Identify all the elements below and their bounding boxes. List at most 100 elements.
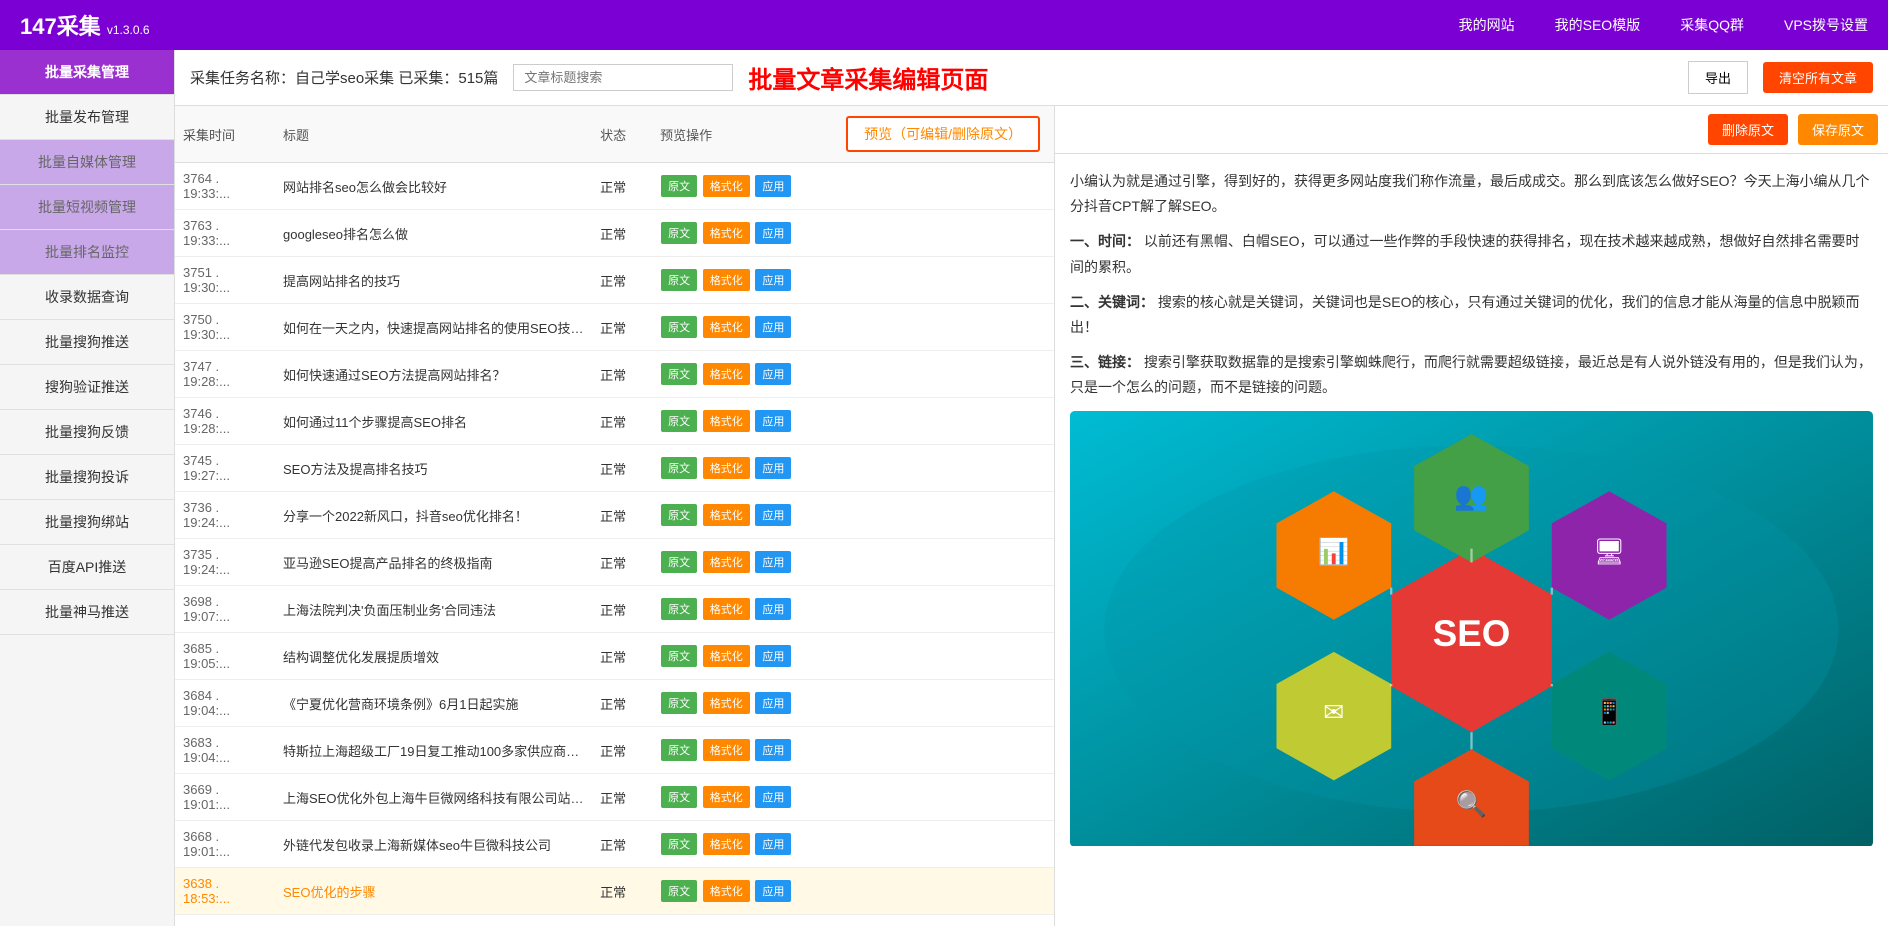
table-row: 3747 . 19:28:... 如何快速通过SEO方法提高网站排名？ 正常 原… bbox=[175, 351, 1054, 398]
preview-section3-title: 三、链接： bbox=[1070, 354, 1140, 370]
btn-format-4[interactable]: 格式化 bbox=[703, 363, 750, 385]
sidebar-item-sogou-verify[interactable]: 搜狗验证推送 bbox=[0, 365, 174, 410]
cell-title: googleseo排名怎么做 bbox=[275, 210, 592, 257]
cell-status: 正常 bbox=[592, 680, 652, 727]
btn-apply-9[interactable]: 应用 bbox=[755, 598, 791, 620]
cell-time: 3745 . 19:27:... bbox=[175, 445, 275, 492]
cell-empty bbox=[832, 210, 1054, 257]
btn-apply-15[interactable]: 应用 bbox=[755, 880, 791, 902]
preview-section1: 一、时间： 以前还有黑帽、白帽SEO，可以通过一些作弊的手段快速的获得排名，现在… bbox=[1070, 229, 1873, 279]
btn-original-7[interactable]: 原文 bbox=[661, 504, 697, 526]
sidebar-item-video-manage[interactable]: 批量短视频管理 bbox=[0, 185, 174, 230]
btn-format-14[interactable]: 格式化 bbox=[703, 833, 750, 855]
cell-status: 正常 bbox=[592, 727, 652, 774]
btn-apply-3[interactable]: 应用 bbox=[755, 316, 791, 338]
cell-title: 如何利用SEO做全网霸屏营销? bbox=[275, 915, 592, 926]
btn-original-5[interactable]: 原文 bbox=[661, 410, 697, 432]
btn-format-10[interactable]: 格式化 bbox=[703, 645, 750, 667]
sidebar-item-sogou-push[interactable]: 批量搜狗推送 bbox=[0, 320, 174, 365]
cell-time: 3751 . 19:30:... bbox=[175, 257, 275, 304]
btn-apply-4[interactable]: 应用 bbox=[755, 363, 791, 385]
btn-original-0[interactable]: 原文 bbox=[661, 175, 697, 197]
btn-apply-6[interactable]: 应用 bbox=[755, 457, 791, 479]
btn-apply-0[interactable]: 应用 bbox=[755, 175, 791, 197]
table-row: 3668 . 19:01:... 外链代发包收录上海新媒体seo牛巨微科技公司 … bbox=[175, 821, 1054, 868]
btn-original-2[interactable]: 原文 bbox=[661, 269, 697, 291]
header-bar: 采集任务名称：自己学seo采集 已采集：515篇 批量文章采集编辑页面 导出 清… bbox=[175, 50, 1888, 106]
btn-format-5[interactable]: 格式化 bbox=[703, 410, 750, 432]
btn-format-8[interactable]: 格式化 bbox=[703, 551, 750, 573]
btn-apply-14[interactable]: 应用 bbox=[755, 833, 791, 855]
btn-apply-7[interactable]: 应用 bbox=[755, 504, 791, 526]
btn-format-3[interactable]: 格式化 bbox=[703, 316, 750, 338]
btn-original-4[interactable]: 原文 bbox=[661, 363, 697, 385]
sidebar: 批量采集管理 批量发布管理 批量自媒体管理 批量短视频管理 批量排名监控 收录数… bbox=[0, 50, 175, 926]
col-time: 采集时间 bbox=[175, 106, 275, 163]
svg-text:🔍: 🔍 bbox=[1456, 787, 1487, 818]
logo: 147采集 v1.3.0.6 bbox=[20, 9, 150, 41]
cell-time: 3735 . 19:24:... bbox=[175, 539, 275, 586]
btn-original-1[interactable]: 原文 bbox=[661, 222, 697, 244]
sidebar-item-rank-monitor[interactable]: 批量排名监控 bbox=[0, 230, 174, 275]
cell-empty bbox=[832, 633, 1054, 680]
cell-title: SEO方法及提高排名技巧 bbox=[275, 445, 592, 492]
btn-apply-5[interactable]: 应用 bbox=[755, 410, 791, 432]
btn-original-10[interactable]: 原文 bbox=[661, 645, 697, 667]
btn-format-6[interactable]: 格式化 bbox=[703, 457, 750, 479]
preview-section1-title: 一、时间： bbox=[1070, 233, 1140, 249]
table-row: 3698 . 19:07:... 上海法院判决'负面压制业务'合同违法 正常 原… bbox=[175, 586, 1054, 633]
btn-apply-11[interactable]: 应用 bbox=[755, 692, 791, 714]
seo-image-container: SEO 👥 🖥 📱 📊 bbox=[1070, 411, 1873, 855]
clear-all-button[interactable]: 清空所有文章 bbox=[1763, 62, 1873, 93]
delete-original-button[interactable]: 删除原文 bbox=[1708, 114, 1788, 145]
sidebar-item-sogou-complaint[interactable]: 批量搜狗投诉 bbox=[0, 455, 174, 500]
export-button[interactable]: 导出 bbox=[1688, 61, 1748, 94]
btn-original-8[interactable]: 原文 bbox=[661, 551, 697, 573]
btn-original-15[interactable]: 原文 bbox=[661, 880, 697, 902]
btn-original-3[interactable]: 原文 bbox=[661, 316, 697, 338]
btn-apply-8[interactable]: 应用 bbox=[755, 551, 791, 573]
sidebar-item-collect-manage[interactable]: 批量采集管理 bbox=[0, 50, 174, 95]
btn-format-13[interactable]: 格式化 bbox=[703, 786, 750, 808]
preview-header-btn[interactable]: 预览（可编辑/删除原文） bbox=[846, 116, 1040, 152]
preview-toolbar: 删除原文 保存原文 bbox=[1055, 106, 1888, 154]
btn-apply-2[interactable]: 应用 bbox=[755, 269, 791, 291]
btn-apply-10[interactable]: 应用 bbox=[755, 645, 791, 667]
nav-my-website[interactable]: 我的网站 bbox=[1459, 15, 1515, 35]
sidebar-item-sogou-bind[interactable]: 批量搜狗绑站 bbox=[0, 500, 174, 545]
btn-apply-13[interactable]: 应用 bbox=[755, 786, 791, 808]
btn-format-0[interactable]: 格式化 bbox=[703, 175, 750, 197]
sidebar-item-publish-manage[interactable]: 批量发布管理 bbox=[0, 95, 174, 140]
btn-format-7[interactable]: 格式化 bbox=[703, 504, 750, 526]
btn-format-2[interactable]: 格式化 bbox=[703, 269, 750, 291]
btn-apply-1[interactable]: 应用 bbox=[755, 222, 791, 244]
sidebar-item-sogou-feedback[interactable]: 批量搜狗反馈 bbox=[0, 410, 174, 455]
nav-seo-template[interactable]: 我的SEO模版 bbox=[1555, 15, 1641, 35]
cell-status: 正常 bbox=[592, 257, 652, 304]
btn-format-9[interactable]: 格式化 bbox=[703, 598, 750, 620]
cell-status: 正常 bbox=[592, 821, 652, 868]
search-input[interactable] bbox=[513, 64, 733, 91]
cell-status: 正常 bbox=[592, 915, 652, 926]
nav-qq-group[interactable]: 采集QQ群 bbox=[1680, 15, 1744, 35]
btn-original-11[interactable]: 原文 bbox=[661, 692, 697, 714]
cell-status: 正常 bbox=[592, 210, 652, 257]
sidebar-item-media-manage[interactable]: 批量自媒体管理 bbox=[0, 140, 174, 185]
btn-original-14[interactable]: 原文 bbox=[661, 833, 697, 855]
save-original-button[interactable]: 保存原文 bbox=[1798, 114, 1878, 145]
btn-apply-12[interactable]: 应用 bbox=[755, 739, 791, 761]
btn-format-1[interactable]: 格式化 bbox=[703, 222, 750, 244]
sidebar-item-baidu-api[interactable]: 百度API推送 bbox=[0, 545, 174, 590]
btn-format-15[interactable]: 格式化 bbox=[703, 880, 750, 902]
cell-title: 提高网站排名的技巧 bbox=[275, 257, 592, 304]
btn-format-12[interactable]: 格式化 bbox=[703, 739, 750, 761]
btn-original-12[interactable]: 原文 bbox=[661, 739, 697, 761]
table-row: 3751 . 19:30:... 提高网站排名的技巧 正常 原文 格式化 应用 bbox=[175, 257, 1054, 304]
btn-original-13[interactable]: 原文 bbox=[661, 786, 697, 808]
sidebar-item-shenma-push[interactable]: 批量神马推送 bbox=[0, 590, 174, 635]
btn-format-11[interactable]: 格式化 bbox=[703, 692, 750, 714]
btn-original-9[interactable]: 原文 bbox=[661, 598, 697, 620]
nav-vps-settings[interactable]: VPS拨号设置 bbox=[1784, 15, 1868, 35]
sidebar-item-data-query[interactable]: 收录数据查询 bbox=[0, 275, 174, 320]
btn-original-6[interactable]: 原文 bbox=[661, 457, 697, 479]
